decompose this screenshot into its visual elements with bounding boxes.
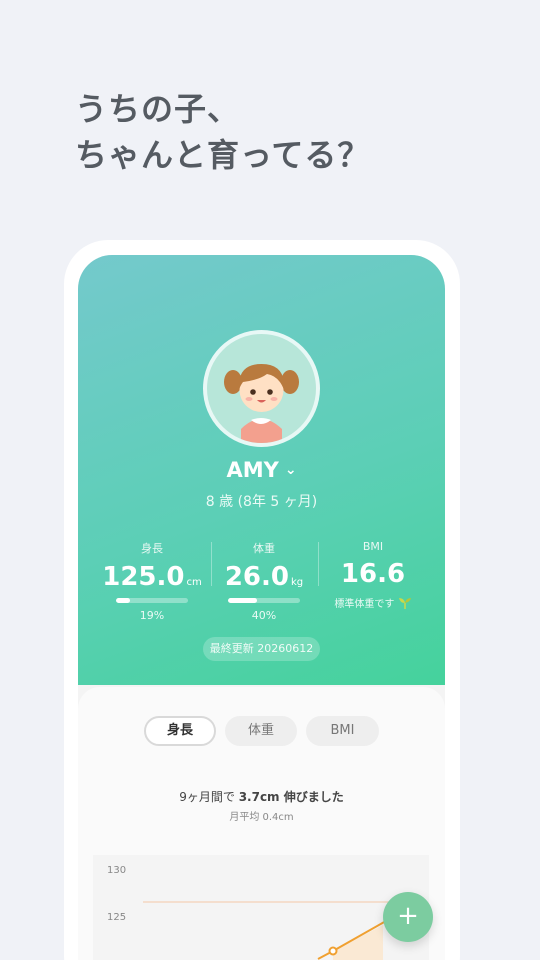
growth-chart-svg: 130 125 [107, 865, 394, 960]
summary-prefix: 9ヶ月間で [179, 790, 239, 804]
tab-bmi[interactable]: BMI [306, 716, 379, 746]
height-progress-bar [116, 598, 188, 603]
weight-value: 26.0 [224, 562, 289, 592]
bmi-stat: BMI 16.6 標準体重です [318, 540, 428, 610]
weight-stat: 体重 26.0 kg 40% [209, 540, 319, 622]
growth-chart: 130 125 [93, 855, 429, 960]
right-cheek [270, 397, 278, 401]
weight-progress-fill [228, 598, 257, 603]
height-unit: cm [186, 577, 202, 588]
child-age: 8 歳 (8年 5 ヶ月) [205, 494, 318, 510]
right-eye [267, 389, 273, 395]
weight-unit: kg [291, 577, 304, 588]
avatar[interactable] [207, 334, 316, 443]
app-screen: AMY ⌄ 8 歳 (8年 5 ヶ月) 身長 125.0 cm 19% 体重 26.… [78, 255, 445, 960]
tab-height[interactable]: 身長 [144, 716, 216, 746]
headline: うちの子、 ちゃんと育ってる？ [75, 86, 370, 178]
summary-highlight: 3.7cm 伸びました [238, 790, 344, 804]
chevron-down-icon: ⌄ [284, 462, 297, 478]
growth-summary: 9ヶ月間で 3.7cm 伸びました [78, 788, 445, 805]
profile-header: AMY ⌄ 8 歳 (8年 5 ヶ月) 身長 125.0 cm 19% 体重 26.… [78, 255, 445, 685]
y-tick-label: 130 [107, 865, 126, 876]
child-name-selector[interactable]: AMY ⌄ [78, 458, 445, 482]
child-name: AMY [226, 458, 279, 482]
girl-avatar-icon [224, 364, 299, 443]
height-percentile: 19% [139, 609, 165, 622]
y-tick-label: 125 [107, 912, 126, 923]
left-cheek [245, 397, 253, 401]
height-value: 125.0 [102, 562, 185, 592]
sprout-icon [398, 598, 411, 609]
height-progress-fill [116, 598, 130, 603]
left-eye [250, 389, 256, 395]
tab-weight[interactable]: 体重 [225, 716, 297, 746]
headline-line1: うちの子、 [75, 90, 241, 128]
avatar-ring [203, 330, 320, 447]
headline-line2: ちゃんと育ってる？ [75, 136, 371, 174]
weight-value-row: 26.0 kg [209, 562, 319, 592]
bmi-note: 標準体重です [334, 599, 395, 610]
weight-percentile: 40% [251, 609, 277, 622]
area-fill [333, 925, 383, 960]
weight-label: 体重 [253, 542, 275, 555]
bmi-value: 16.6 [340, 559, 406, 589]
height-stat: 身長 125.0 cm 19% [97, 540, 207, 622]
height-label: 身長 [141, 542, 163, 555]
weight-progress-bar [228, 598, 300, 603]
bmi-label: BMI [362, 540, 384, 553]
monthly-average: 月平均 0.4cm [229, 812, 294, 823]
add-record-button[interactable]: + [383, 892, 433, 942]
height-value-row: 125.0 cm [97, 562, 207, 592]
bmi-note-row: 標準体重です [318, 595, 428, 610]
last-updated-badge: 最終更新 20260612 [203, 637, 320, 661]
data-point [328, 946, 338, 956]
